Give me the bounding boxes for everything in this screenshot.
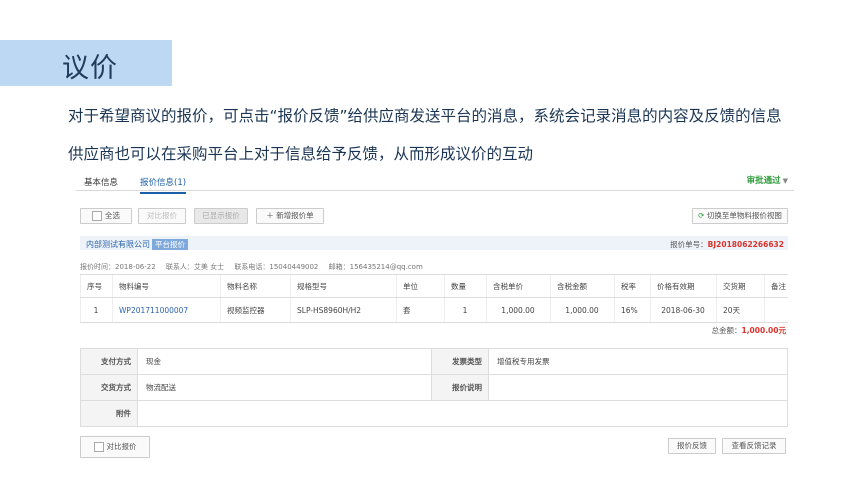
col-header: 含税金额 (550, 274, 615, 298)
cell-valid-until: 2018-06-30 (650, 297, 717, 323)
quote-note-value (488, 374, 788, 401)
plus-icon: ＋ (266, 211, 277, 220)
contact-person: 联系人：艾美 女士 (165, 263, 225, 271)
table-row: 1 WP201711000007 视频监控器 SLP-HS8960H/H2 套 … (80, 297, 788, 323)
col-header: 物料名称 (220, 274, 291, 298)
add-quote-label: 新增报价单 (276, 211, 314, 220)
select-all-label: 全选 (105, 211, 120, 220)
col-header: 规格型号 (290, 274, 397, 298)
cell-tax-rate: 16% (614, 297, 651, 323)
quote-number-label: 报价单号： (670, 240, 708, 249)
cell-amount: 1,000.00 (550, 297, 615, 323)
cell-remark (764, 297, 788, 323)
tab-basic-info[interactable]: 基本信息 (84, 176, 118, 188)
approval-status[interactable]: 审批通过 ▼ (747, 174, 788, 186)
view-feedback-button[interactable]: 查看反馈记录 (722, 438, 786, 454)
details-row: 附件 (80, 400, 788, 427)
quote-note-label: 报价说明 (431, 374, 489, 401)
total-amount: 总金额：1,000.00元 (711, 325, 786, 336)
quote-feedback-button[interactable]: 报价反馈 (668, 438, 716, 454)
invoice-label: 发票类型 (431, 348, 489, 375)
contact-email: 邮箱：156435214@qq.com (328, 263, 423, 271)
quote-meta: 报价时间：2018-06-22 联系人：艾美 女士 联系电话：150404490… (80, 262, 423, 272)
switch-view-button[interactable]: ⟳ 切换至单物料报价视图 (692, 208, 788, 224)
checkbox-icon (93, 442, 104, 452)
col-header: 物料编号 (112, 274, 221, 298)
table-header-row: 序号 物料编号 物料名称 规格型号 单位 数量 含税单价 含税金额 税率 价格有… (80, 274, 788, 298)
caret-down-icon: ▼ (782, 177, 788, 185)
col-header: 数量 (444, 274, 487, 298)
col-header: 价格有效期 (650, 274, 717, 298)
col-header: 单位 (396, 274, 445, 298)
col-header: 交货期 (716, 274, 765, 298)
payment-label: 支付方式 (80, 348, 138, 375)
item-code-link[interactable]: WP201711000007 (119, 306, 188, 315)
delivery-label: 交货方式 (80, 374, 138, 401)
quote-number-value: BJ2018062266632 (707, 240, 784, 249)
cell-unit-price: 1,000.00 (486, 297, 551, 323)
compare-quote-button[interactable]: 对比报价 (138, 208, 186, 224)
attachment-label: 附件 (80, 400, 138, 427)
total-label: 总金额： (711, 326, 742, 335)
quote-panel: 基本信息 报价信息(1) 审批通过 ▼ 全选 对比报价 已显示报价 ＋ 新增报价单… (76, 168, 794, 476)
description-line-2: 供应商也可以在采购平台上对于信息给予反馈，从而形成议价的互动 (68, 145, 534, 163)
cell-delivery-period: 20天 (716, 297, 765, 323)
delivery-value: 物流配送 (137, 374, 432, 401)
total-value: 1,000.00元 (741, 326, 786, 335)
tab-bar: 基本信息 报价信息(1) 审批通过 ▼ (76, 168, 794, 194)
quote-number: 报价单号：BJ2018062266632 (670, 239, 784, 250)
details-row: 支付方式 现金 发票类型 增值税专用发票 (80, 348, 788, 375)
footer-compare-button[interactable]: 对比报价 (80, 436, 150, 458)
cell-item-code: WP201711000007 (112, 297, 221, 323)
supplier-bar: 内部测试有限公司 平台报价 报价单号：BJ2018062266632 (80, 236, 788, 250)
col-header: 序号 (80, 274, 113, 298)
show-quote-button[interactable]: 已显示报价 (194, 208, 248, 224)
col-header: 备注 (764, 274, 788, 298)
payment-value: 现金 (137, 348, 432, 375)
add-quote-button[interactable]: ＋ 新增报价单 (256, 208, 324, 224)
col-header: 税率 (614, 274, 651, 298)
supplier-name[interactable]: 内部测试有限公司 (86, 240, 150, 249)
cell-spec: SLP-HS8960H/H2 (290, 297, 397, 323)
switch-view-label: 切换至单物料报价视图 (706, 211, 782, 220)
platform-quote-tag: 平台报价 (152, 239, 188, 250)
cell-item-name: 视频监控器 (220, 297, 291, 323)
details-row: 交货方式 物流配送 报价说明 (80, 374, 788, 401)
checkbox-icon (92, 211, 102, 221)
approval-status-label: 审批通过 (746, 176, 781, 186)
attachment-value (137, 400, 788, 427)
quote-items-table: 序号 物料编号 物料名称 规格型号 单位 数量 含税单价 含税金额 税率 价格有… (80, 274, 788, 323)
cell-index: 1 (80, 297, 113, 323)
description-line-1: 对于希望商议的报价，可点击“报价反馈”给供应商发送平台的消息，系统会记录消息的内… (68, 107, 782, 125)
contact-phone: 联系电话：15040449002 (234, 263, 319, 271)
quote-time: 报价时间：2018-06-22 (80, 263, 156, 271)
cell-quantity: 1 (444, 297, 487, 323)
slide-title: 议价 (62, 53, 118, 84)
supplier-name-group: 内部测试有限公司 平台报价 (86, 239, 188, 250)
tab-quote-info[interactable]: 报价信息(1) (140, 176, 187, 194)
switch-icon: ⟳ (698, 211, 707, 220)
invoice-value: 增值税专用发票 (488, 348, 788, 375)
cell-unit: 套 (396, 297, 445, 323)
col-header: 含税单价 (486, 274, 551, 298)
select-all-button[interactable]: 全选 (80, 208, 132, 224)
quote-details-table: 支付方式 现金 发票类型 增值税专用发票 交货方式 物流配送 报价说明 附件 (80, 348, 788, 427)
footer-compare-label: 对比报价 (106, 442, 137, 451)
